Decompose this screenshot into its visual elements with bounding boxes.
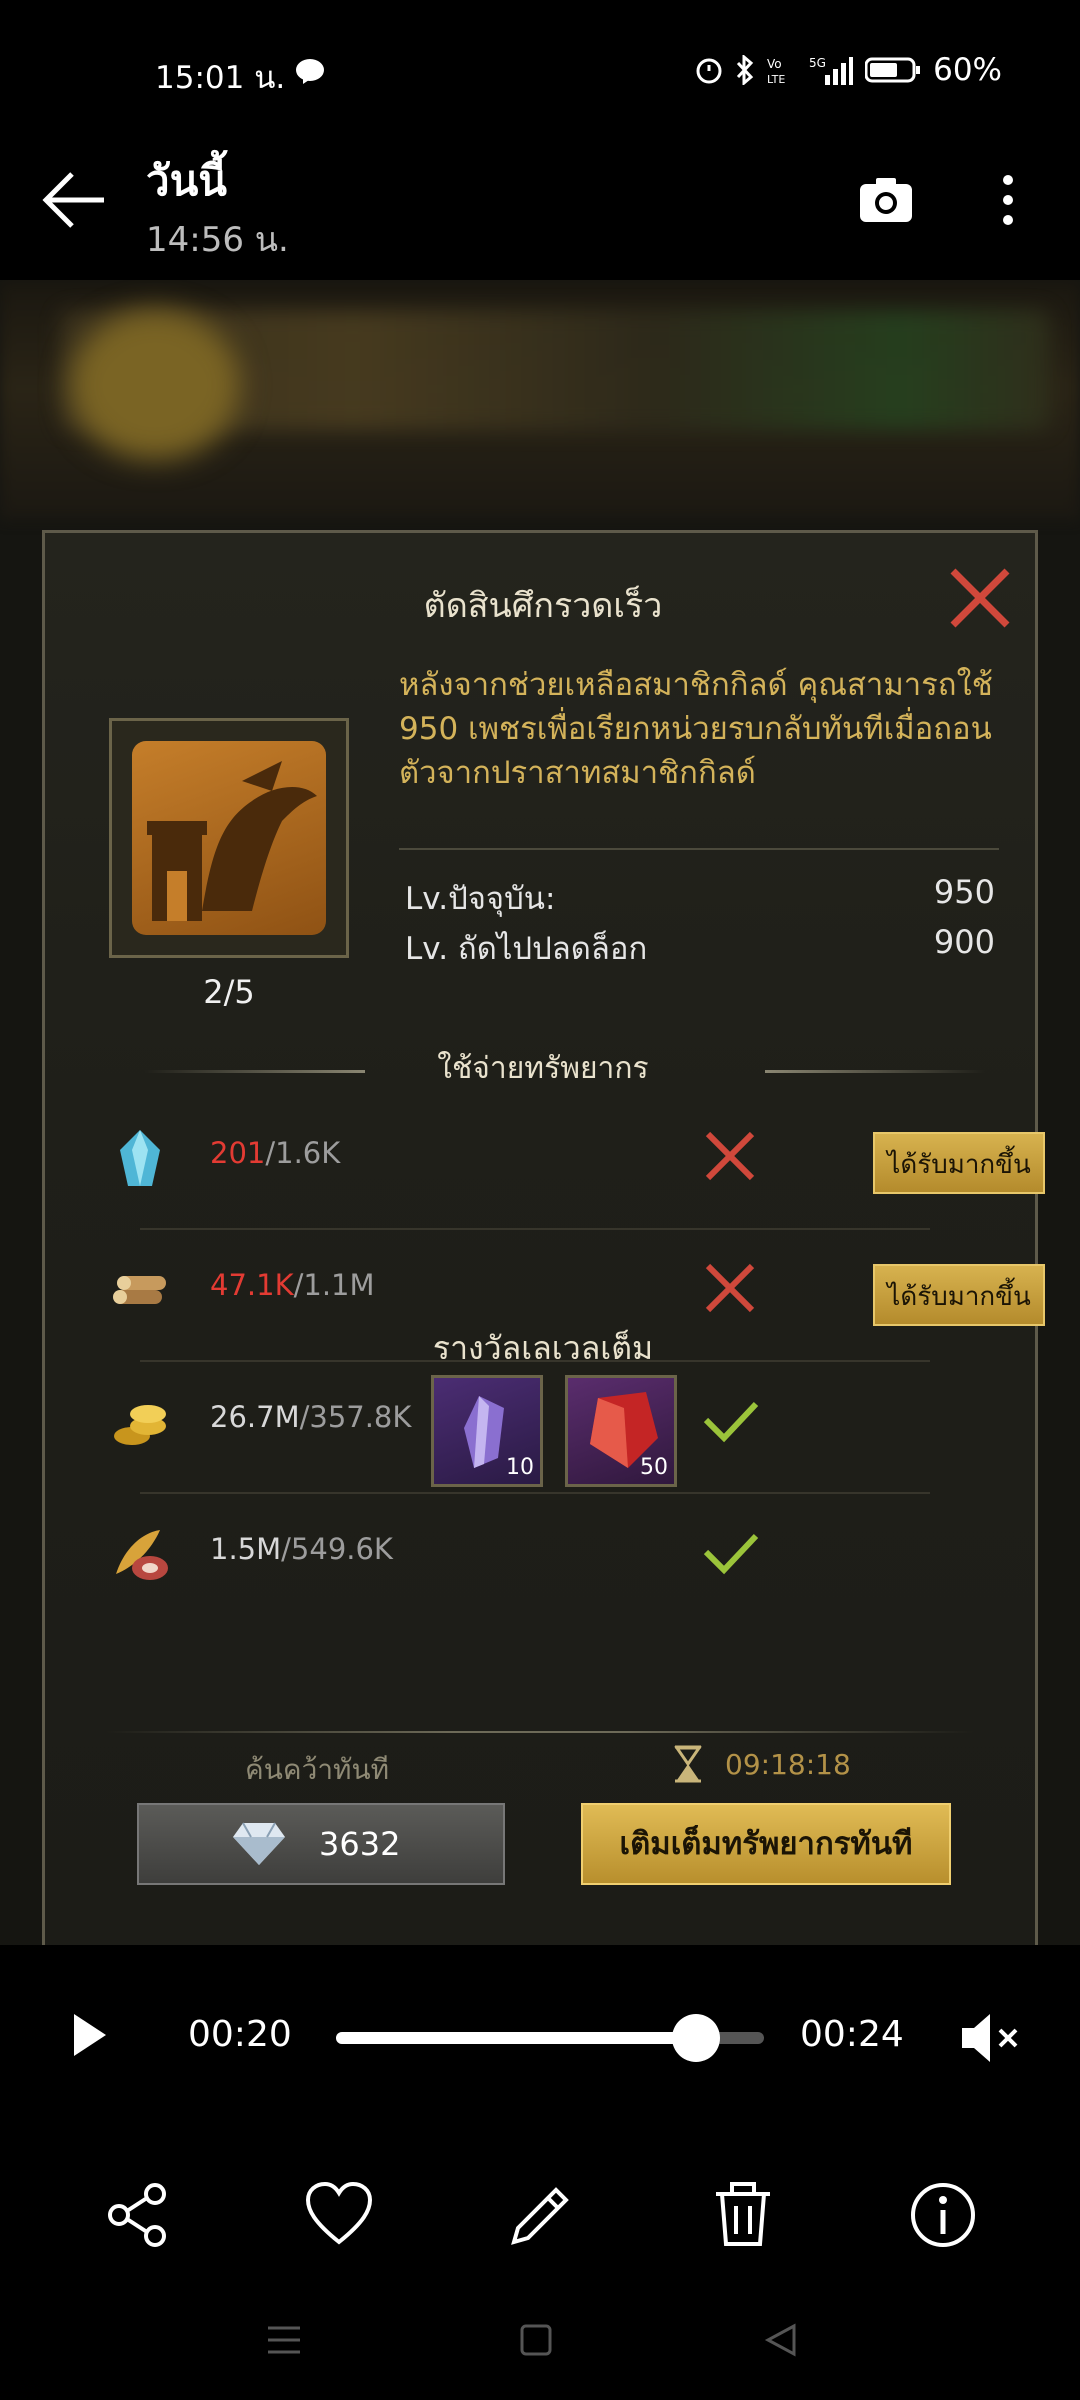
- status-right: Vo LTE 5G 60%: [695, 52, 1002, 88]
- svg-text:LTE: LTE: [767, 73, 785, 85]
- footer-divider: [105, 1731, 975, 1733]
- food-icon: [116, 1530, 168, 1580]
- resource-row: 1.5M/549.6K: [90, 1494, 990, 1624]
- stats-divider: [399, 848, 999, 850]
- back-button[interactable]: [40, 170, 110, 230]
- resource-row: 201/1.6K ได้รับมากขึ้น: [90, 1098, 1045, 1228]
- reward-quantity: 50: [640, 1455, 668, 1480]
- total-time: 00:24: [800, 2014, 904, 2055]
- svg-text:Vo: Vo: [767, 57, 782, 71]
- back-arrow-icon: [42, 172, 104, 228]
- home-button[interactable]: [516, 2320, 556, 2360]
- gem-cost: 3632: [319, 1825, 401, 1863]
- reward-item[interactable]: 50: [565, 1375, 677, 1487]
- resource-amount: 1.5M/549.6K: [210, 1532, 393, 1566]
- recent-apps-button[interactable]: [264, 2320, 304, 2360]
- share-icon: [108, 2183, 166, 2247]
- insufficient-x-icon: [705, 1263, 755, 1313]
- next-level-value: 900: [933, 923, 995, 961]
- more-vert-icon: [1003, 175, 1013, 225]
- back-nav-button[interactable]: [762, 2320, 802, 2360]
- reward-title: รางวัลเลเวลเต็ม: [432, 1329, 654, 1367]
- close-icon: [950, 568, 1010, 628]
- trash-icon: [716, 2182, 770, 2246]
- get-more-button[interactable]: ได้รับมากขึ้น: [873, 1132, 1045, 1194]
- bluetooth-icon: [736, 55, 754, 85]
- research-timer: 09:18:18: [725, 1748, 851, 1781]
- blurred-emblem: [70, 310, 240, 460]
- status-bar: 15:01 น. Vo LTE 5G 60%: [0, 0, 1080, 140]
- current-level-value: 950: [933, 873, 995, 911]
- pencil-icon: [511, 2187, 569, 2245]
- current-level-label: Lv.ปัจจุบัน:: [405, 881, 556, 917]
- share-button[interactable]: [103, 2180, 173, 2250]
- hourglass-icon: [674, 1745, 702, 1783]
- check-icon: [703, 1533, 759, 1575]
- skill-level: 2/5: [203, 973, 255, 1011]
- seek-handle[interactable]: [671, 2014, 720, 2062]
- skill-description: หลังจากช่วยเหลือสมาชิกกิลด์ คุณสามารถใช้…: [399, 667, 993, 791]
- info-button[interactable]: [908, 2180, 978, 2250]
- battery-percent: 60%: [933, 52, 1002, 88]
- reward-item[interactable]: 10: [431, 1375, 543, 1487]
- diamond-icon: [233, 1822, 285, 1865]
- resource-amount: 26.7M/357.8K: [210, 1400, 412, 1434]
- seek-progress: [336, 2032, 696, 2044]
- fill-resources-button[interactable]: เติมเต็มทรัพยากรทันที: [581, 1803, 951, 1885]
- volte-icon: Vo LTE: [767, 57, 785, 85]
- insufficient-x-icon: [705, 1131, 755, 1181]
- horse-castle-icon: [147, 761, 317, 921]
- check-icon: [703, 1401, 759, 1443]
- back-triangle-icon: [764, 2323, 796, 2357]
- favorite-button[interactable]: [304, 2180, 374, 2250]
- wood-icon: [113, 1276, 166, 1304]
- crystal-icon: [120, 1130, 160, 1186]
- next-level-label: Lv. ถัดไปปลดล็อก: [405, 931, 648, 967]
- mute-button[interactable]: [960, 2012, 1020, 2064]
- battery-icon: [865, 57, 921, 83]
- header-title: วันนี้: [146, 156, 228, 205]
- play-icon: [74, 2014, 106, 2056]
- skill-portrait-frame: [109, 718, 349, 958]
- gold-icon: [114, 1405, 166, 1445]
- camera-icon: [860, 178, 912, 222]
- heart-icon: [305, 2181, 373, 2245]
- resource-amount: 201/1.6K: [210, 1136, 341, 1170]
- menu-lines-icon: [268, 2326, 300, 2354]
- quick-decision-panel: ตัดสินศึกรวดเร็ว หลังจากช่วยเหลือสมาชิกก…: [42, 530, 1045, 1945]
- delete-button[interactable]: [708, 2180, 778, 2250]
- research-label: ค้นคว้าทันที: [245, 1753, 390, 1786]
- reward-quantity: 10: [506, 1455, 534, 1480]
- header-subtitle: 14:56 น.: [146, 220, 289, 260]
- current-time: 00:20: [188, 2014, 292, 2055]
- screenshot-button[interactable]: [856, 170, 916, 230]
- alarm-icon: [696, 58, 722, 84]
- play-button[interactable]: [70, 2010, 110, 2060]
- status-time: 15:01 น.: [155, 60, 286, 96]
- video-frame: ตัดสินศึกรวดเร็ว หลังจากช่วยเหลือสมาชิกก…: [0, 280, 1080, 1945]
- edit-button[interactable]: [506, 2180, 576, 2250]
- get-more-button[interactable]: ได้รับมากขึ้น: [873, 1264, 1045, 1326]
- volume-muted-icon: [962, 2014, 1018, 2062]
- gem-cost-button[interactable]: 3632: [137, 1803, 505, 1885]
- more-options-button[interactable]: [996, 172, 1020, 232]
- line-app-icon: [296, 59, 324, 84]
- home-square-icon: [520, 2324, 552, 2356]
- resource-amount: 47.1K/1.1M: [210, 1268, 375, 1302]
- svg-text:5G: 5G: [809, 56, 826, 70]
- skill-portrait: [132, 741, 326, 935]
- resources-title: ใช้จ่ายทรัพยากร: [437, 1051, 649, 1086]
- close-button[interactable]: [945, 563, 1015, 633]
- panel-title: ตัดสินศึกรวดเร็ว: [423, 586, 663, 626]
- info-icon: [911, 2183, 975, 2247]
- signal-5g-icon: 5G: [809, 56, 854, 85]
